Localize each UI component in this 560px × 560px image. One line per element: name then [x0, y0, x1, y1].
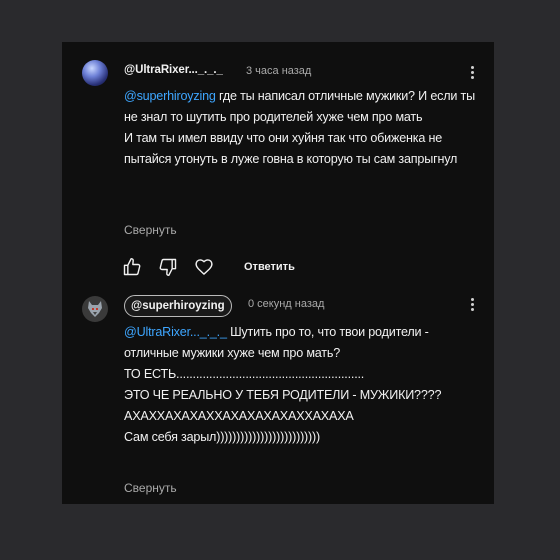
wolf-avatar-icon [88, 301, 102, 317]
more-vert-icon[interactable] [462, 62, 482, 82]
comments-panel: @UltraRixer..._._._ 3 часа назад @superh… [62, 42, 494, 504]
like-icon[interactable] [122, 257, 142, 277]
heart-icon[interactable] [194, 257, 214, 277]
collapse-button[interactable]: Свернуть [124, 223, 177, 237]
author-chip[interactable]: @superhiroyzing [124, 295, 232, 317]
comment-text: @UltraRixer..._._._ Шутить про то, что т… [124, 322, 484, 448]
comment-time[interactable]: 3 часа назад [246, 65, 311, 77]
comment-body: Шутить про то, что твои родители - отлич… [124, 325, 442, 444]
more-vert-icon[interactable] [462, 294, 482, 314]
avatar-ultrarixer[interactable] [82, 60, 108, 86]
comment-time[interactable]: 0 секунд назад [248, 298, 324, 310]
dislike-icon[interactable] [158, 257, 178, 277]
avatar-superhiroyzing[interactable] [82, 296, 108, 322]
comment-text: @superhiroyzing где ты написал отличные … [124, 86, 484, 170]
mention-link[interactable]: @superhiroyzing [124, 89, 216, 103]
comment-author[interactable]: @UltraRixer..._._._ [124, 64, 223, 76]
reply-button[interactable]: Ответить [244, 261, 295, 273]
mention-link[interactable]: @UltraRixer..._._._ [124, 325, 227, 339]
collapse-button[interactable]: Свернуть [124, 481, 177, 495]
